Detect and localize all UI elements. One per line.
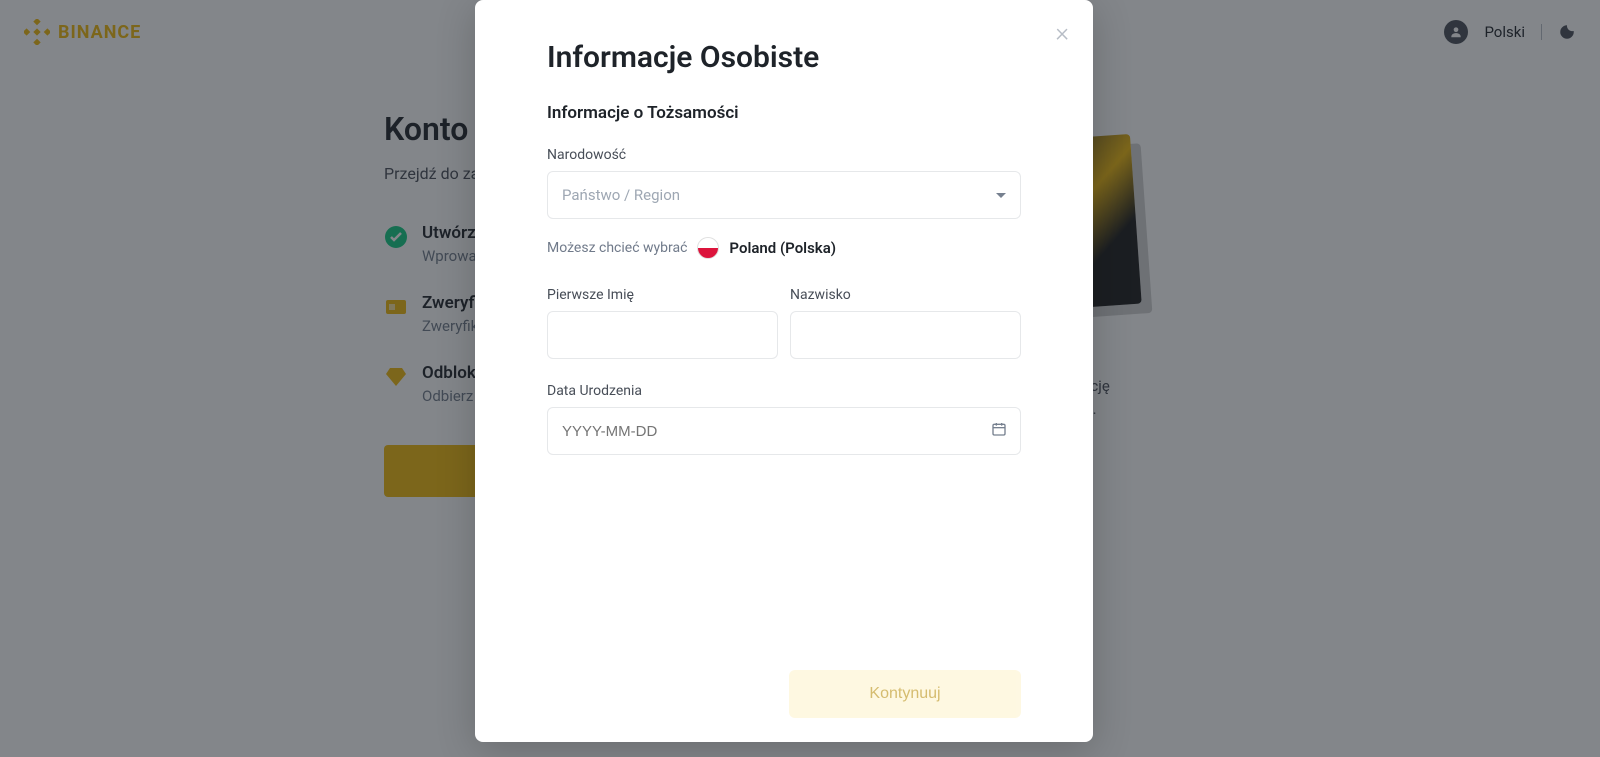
- last-name-input[interactable]: [790, 311, 1021, 359]
- calendar-icon[interactable]: [991, 421, 1007, 441]
- dob-group: Data Urodzenia: [547, 383, 1021, 455]
- nationality-label: Narodowość: [547, 147, 1021, 163]
- first-name-input[interactable]: [547, 311, 778, 359]
- continue-button[interactable]: Kontynuuj: [789, 670, 1021, 718]
- first-name-label: Pierwsze Imię: [547, 287, 778, 303]
- modal-section-heading: Informacje o Tożsamości: [547, 103, 1021, 123]
- modal-footer: Kontynuuj: [547, 670, 1021, 718]
- dob-label: Data Urodzenia: [547, 383, 1021, 399]
- dob-input[interactable]: [547, 407, 1021, 455]
- chevron-down-icon: [996, 193, 1006, 198]
- poland-flag-icon: [697, 237, 719, 259]
- country-suggestion[interactable]: Możesz chcieć wybrać Poland (Polska): [547, 237, 1021, 259]
- nationality-select[interactable]: Państwo / Region: [547, 171, 1021, 219]
- last-name-label: Nazwisko: [790, 287, 1021, 303]
- nationality-placeholder: Państwo / Region: [562, 186, 680, 204]
- personal-info-modal: × Informacje Osobiste Informacje o Tożsa…: [475, 0, 1093, 742]
- suggestion-prefix: Możesz chcieć wybrać: [547, 240, 687, 256]
- close-icon[interactable]: ×: [1055, 18, 1069, 48]
- name-row: Pierwsze Imię Nazwisko: [547, 287, 1021, 359]
- modal-title: Informacje Osobiste: [547, 40, 1021, 75]
- suggestion-country: Poland (Polska): [729, 239, 836, 257]
